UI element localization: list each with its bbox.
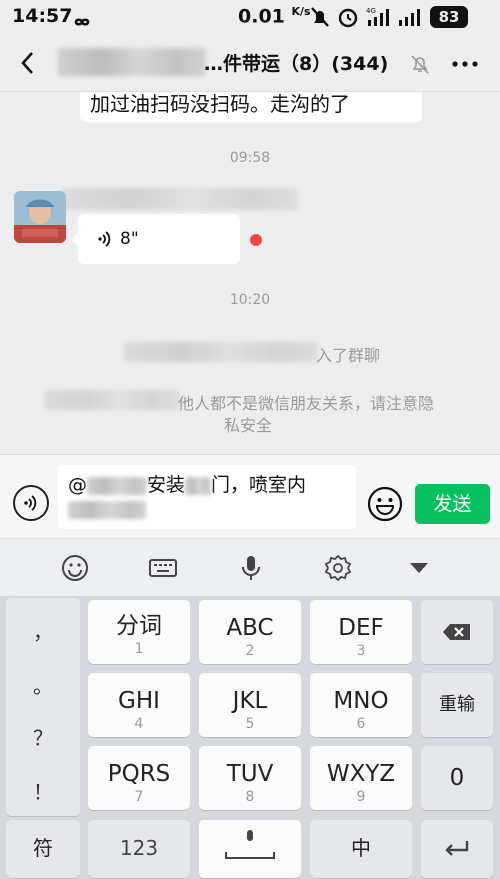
key-4[interactable]: GHI 4 <box>88 673 190 737</box>
input-bar: @ 安装 门，喷室内 发送 <box>0 454 500 538</box>
infinity-icon <box>74 18 90 26</box>
key-7[interactable]: PQRS 7 <box>88 746 190 810</box>
chat-title: …件带运（8）(344) <box>204 53 389 75</box>
key-3[interactable]: DEF 3 <box>310 600 412 664</box>
chat-area[interactable]: 加过油扫码没扫码。走沟的了 09:58 8" 10:20 入了群聊 他人都不是微… <box>0 92 500 454</box>
settings-icon[interactable] <box>323 553 353 583</box>
punctuation-column[interactable]: ， 。 ？ ！ <box>6 598 80 816</box>
language-key[interactable]: 中 <box>310 820 412 878</box>
keyboard-icon[interactable] <box>148 553 178 583</box>
voice-message[interactable]: 8" <box>71 214 240 264</box>
chat-header: …件带运（8）(344) <box>0 36 500 92</box>
enter-key[interactable] <box>421 820 493 878</box>
svg-text:4G: 4G <box>366 7 376 15</box>
network-speed: 0.01 K/s <box>238 5 311 28</box>
key-9[interactable]: WXYZ 9 <box>310 746 412 810</box>
avatar[interactable] <box>14 191 66 243</box>
microphone-icon[interactable] <box>236 553 266 583</box>
space-mic-icon <box>225 830 275 859</box>
zero-key[interactable]: 0 <box>421 746 493 810</box>
alarm-icon <box>338 8 358 28</box>
signal-4g-icon: 4G <box>366 7 389 26</box>
send-button[interactable]: 发送 <box>415 484 490 524</box>
reenter-key[interactable]: 重输 <box>421 673 493 737</box>
dnd-icon <box>311 7 329 27</box>
unread-dot <box>250 234 262 246</box>
bell-muted-icon <box>411 55 429 74</box>
status-time: 14:57 <box>12 5 73 27</box>
punct-key[interactable]: 。 <box>6 670 80 699</box>
timestamp: 09:58 <box>229 150 271 166</box>
keyboard: ， 。 ？ ！ 分词 1 ABC 2 DEF 3 GHI 4 JKL 5 MNO 6 重输 … <box>0 596 500 879</box>
voice-wave-icon <box>98 231 111 247</box>
system-join-notice: 入了群聊 <box>316 346 381 365</box>
redacted-text <box>44 390 180 410</box>
punct-key[interactable]: ？ <box>6 722 80 751</box>
number-mode-key[interactable]: 123 <box>88 820 190 878</box>
redacted-names <box>124 342 318 362</box>
key-2[interactable]: ABC 2 <box>199 600 301 664</box>
timestamp: 10:20 <box>229 292 271 308</box>
punct-key[interactable]: ， <box>6 616 80 645</box>
redacted-sender-name <box>62 188 298 210</box>
emoji-icon[interactable] <box>367 486 403 522</box>
delete-key[interactable] <box>421 600 493 664</box>
more-icon[interactable] <box>450 52 480 76</box>
status-bar: 14:57 0.01 K/s 4G 83 <box>0 0 500 36</box>
enter-icon <box>445 841 469 856</box>
signal-icon <box>399 9 420 26</box>
emoji-icon[interactable] <box>60 553 90 583</box>
key-6[interactable]: MNO 6 <box>310 673 412 737</box>
collapse-icon[interactable] <box>404 553 434 583</box>
voice-wave-icon <box>24 495 37 511</box>
voice-duration: 8" <box>120 229 139 249</box>
key-1[interactable]: 分词 1 <box>88 600 190 664</box>
system-warning-line2: 私安全 <box>224 416 273 435</box>
symbols-key[interactable]: 符 <box>6 820 80 878</box>
back-arrow-icon[interactable] <box>14 48 44 78</box>
key-5[interactable]: JKL 5 <box>199 673 301 737</box>
space-key[interactable] <box>199 820 301 878</box>
voice-input-button[interactable] <box>13 485 49 521</box>
backspace-icon <box>443 624 470 640</box>
system-warning-line1: 他人都不是微信朋友关系，请注意隐 <box>178 394 435 413</box>
key-8[interactable]: TUV 8 <box>199 746 301 810</box>
redacted-title <box>58 48 206 76</box>
message-bubble[interactable]: 加过油扫码没扫码。走沟的了 <box>80 92 422 122</box>
keyboard-toolbar <box>0 538 500 596</box>
battery-icon: 83 <box>430 6 468 28</box>
punct-key[interactable]: ！ <box>6 776 80 805</box>
message-input[interactable]: @ 安装 门，喷室内 <box>58 465 356 529</box>
